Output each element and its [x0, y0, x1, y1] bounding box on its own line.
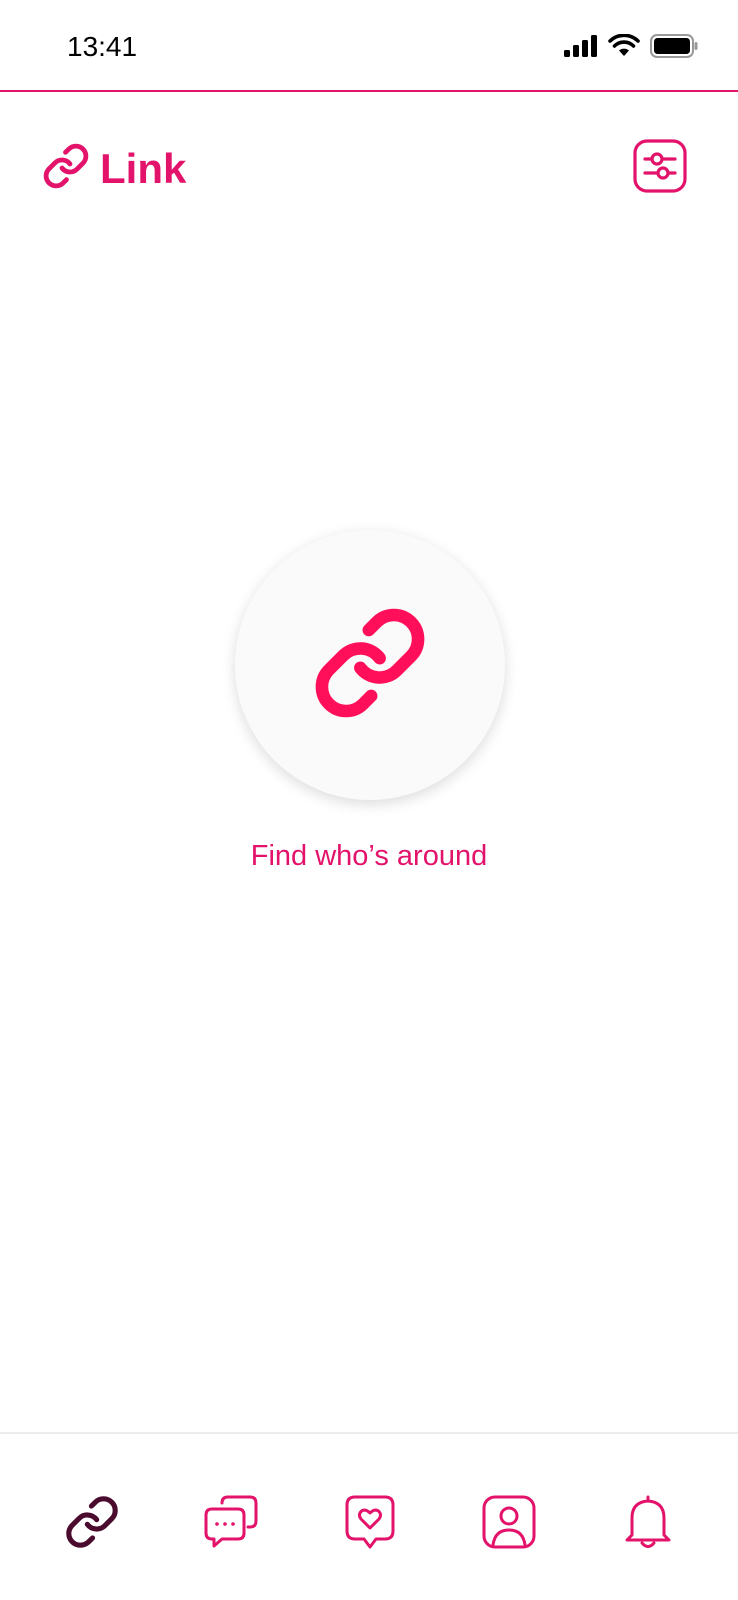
nav-item-chats[interactable] [199, 1490, 263, 1554]
nav-item-profile[interactable] [477, 1490, 541, 1554]
find-around-label[interactable]: Find who’s around [0, 840, 738, 873]
link-icon [42, 142, 90, 195]
nav-item-link[interactable] [60, 1490, 124, 1554]
status-icons [564, 33, 698, 63]
wifi-icon [608, 33, 640, 63]
filter-button[interactable] [632, 138, 688, 194]
status-bar: 13:41 [0, 0, 738, 92]
profile-icon [480, 1493, 538, 1551]
filter-sliders-icon [632, 139, 688, 198]
app-title: Link [100, 144, 187, 192]
bottom-nav [0, 1432, 738, 1600]
app-header: Link [0, 92, 738, 242]
nav-item-notifications[interactable] [616, 1490, 680, 1554]
chat-bubbles-icon [202, 1493, 260, 1551]
link-icon [312, 605, 428, 726]
heart-message-icon [343, 1493, 397, 1551]
brand: Link [42, 142, 186, 195]
bell-icon [622, 1493, 674, 1551]
find-around-button[interactable] [235, 530, 505, 800]
link-icon [64, 1494, 120, 1550]
nav-item-likes[interactable] [338, 1490, 402, 1554]
signal-icon [564, 35, 598, 62]
status-time: 13:41 [67, 31, 138, 62]
battery-icon [650, 34, 698, 63]
